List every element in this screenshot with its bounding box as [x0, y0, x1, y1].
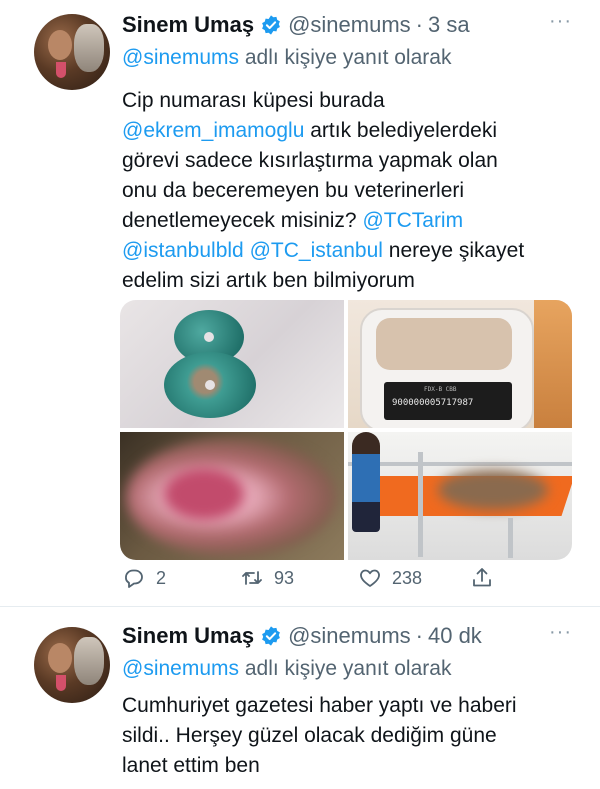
photo-chip-scanner[interactable]: FDX-B CBB 900000005717987 — [348, 300, 572, 428]
tweet-text-line: edelim sizi artık ben bilmiyorum — [122, 269, 415, 292]
like-button[interactable]: 238 — [358, 566, 422, 590]
photo-microchip-tags[interactable] — [120, 300, 344, 428]
tweet-text-line: artık belediyelerdeki — [304, 119, 497, 142]
tweet-actions: 2 93 238 — [122, 566, 502, 596]
media-grid: FDX-B CBB 900000005717987 — [120, 300, 572, 560]
mention-link[interactable]: @ekrem_imamoglu — [122, 119, 304, 142]
author-handle[interactable]: @sinemums — [288, 623, 411, 649]
avatar[interactable] — [34, 627, 110, 703]
reply-to-mention[interactable]: @sinemums — [122, 657, 239, 680]
timestamp[interactable]: 40 dk — [428, 623, 482, 649]
author-handle[interactable]: @sinemums — [288, 12, 411, 38]
timestamp[interactable]: 3 sa — [428, 12, 470, 38]
tweet[interactable]: Sinem Umaş @sinemums · 40 dk ··· @sinemu… — [0, 607, 600, 789]
avatar[interactable] — [34, 14, 110, 90]
like-count: 238 — [392, 567, 423, 588]
verified-badge-icon — [262, 15, 280, 35]
tweet-text-line: onu da beceremeyen bu veterinerleri — [122, 179, 465, 202]
share-icon — [473, 568, 491, 587]
author-name[interactable]: Sinem Umaş — [122, 12, 254, 38]
reply-context: @sinemums adlı kişiye yanıt olarak — [122, 657, 451, 681]
separator: · — [415, 12, 423, 37]
reply-context: @sinemums adlı kişiye yanıt olarak — [122, 46, 451, 70]
reply-icon — [125, 569, 143, 588]
scanner-header-text: FDX-B CBB — [424, 386, 457, 393]
tweet-text-line: görevi sadece kısırlaştırma yapmak olan — [122, 149, 498, 172]
mention-link[interactable]: @istanbulbld — [122, 239, 244, 262]
tweet-text-line: nereye şikayet — [382, 239, 525, 262]
heart-icon — [360, 569, 380, 587]
author-name[interactable]: Sinem Umaş — [122, 623, 254, 649]
scanner-reading: 900000005717987 — [392, 398, 474, 408]
retweet-icon — [242, 571, 262, 585]
tweet-text-line: Cip numarası küpesi burada — [122, 89, 385, 112]
tweet-text: Cip numarası küpesi burada @ekrem_imamog… — [122, 86, 582, 296]
retweet-count: 93 — [274, 567, 295, 588]
tweet-header: Sinem Umaş @sinemums · 40 dk — [122, 621, 482, 651]
photo-examination-table[interactable] — [348, 432, 572, 560]
tweet-text-line: lanet ettim ben — [122, 754, 260, 777]
scanner-display: FDX-B CBB 900000005717987 — [384, 382, 512, 420]
reply-to-label: adlı kişiye yanıt olarak — [239, 46, 452, 69]
more-options-icon[interactable]: ··· — [549, 621, 572, 644]
share-button[interactable] — [470, 566, 494, 590]
tweet-header: Sinem Umaş @sinemums · 3 sa — [122, 10, 470, 40]
retweet-button[interactable]: 93 — [240, 566, 294, 590]
tweet[interactable]: Sinem Umaş @sinemums · 3 sa ··· @sinemum… — [0, 0, 600, 607]
tweet-text-line: sildi.. Herşey güzel olacak dediğim güne — [122, 724, 497, 747]
separator: · — [415, 623, 423, 648]
reply-button[interactable]: 2 — [122, 566, 166, 590]
reply-to-label: adlı kişiye yanıt olarak — [239, 657, 452, 680]
tweet-text: Cumhuriyet gazetesi haber yaptı ve haber… — [122, 691, 582, 781]
verified-badge-icon — [262, 626, 280, 646]
tweet-text-line: denetlemeyecek misiniz? — [122, 209, 363, 232]
tweet-text-line: Cumhuriyet gazetesi haber yaptı ve haber… — [122, 694, 517, 717]
mention-link[interactable]: @TCTarim — [362, 209, 463, 232]
mention-link[interactable]: @TC_istanbul — [250, 239, 383, 262]
reply-to-mention[interactable]: @sinemums — [122, 46, 239, 69]
photo-blurred-animal[interactable] — [120, 432, 344, 560]
more-options-icon[interactable]: ··· — [549, 10, 572, 33]
reply-count: 2 — [156, 567, 167, 588]
